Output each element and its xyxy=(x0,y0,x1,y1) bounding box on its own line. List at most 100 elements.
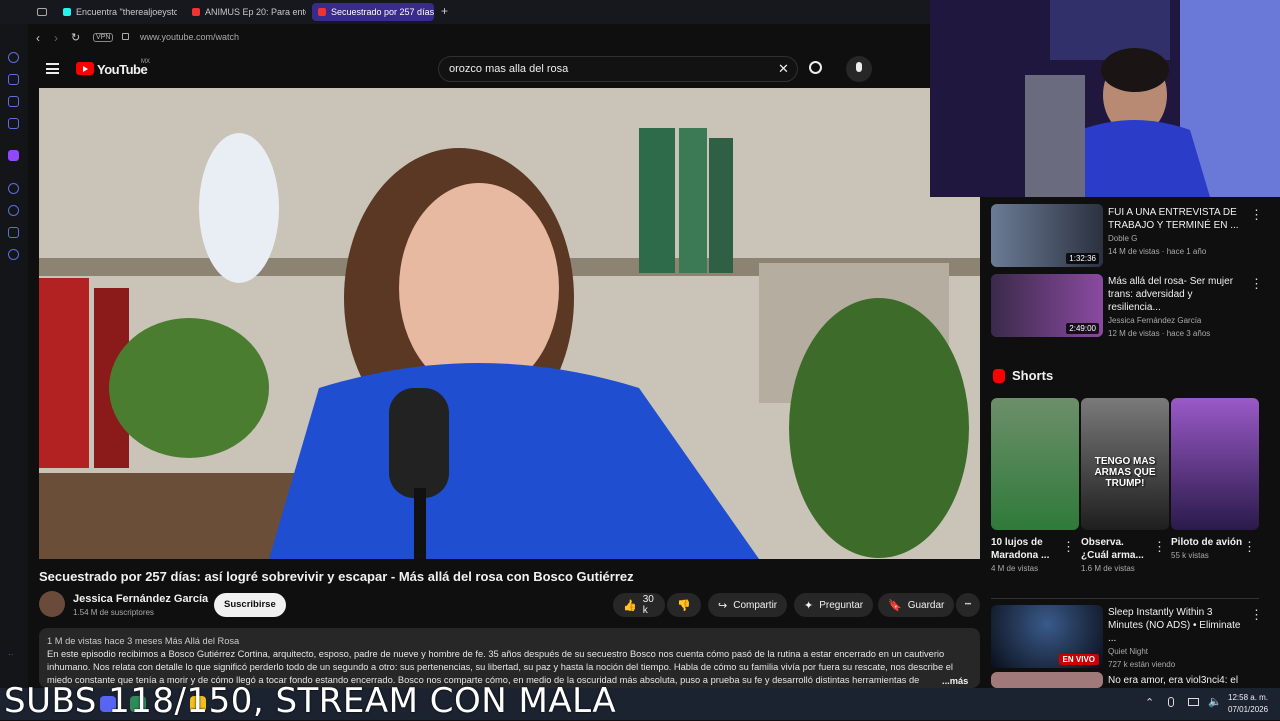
description-box[interactable]: 1 M de vistas hace 3 meses Más Allá del … xyxy=(39,628,980,688)
save-button[interactable]: 🔖 Guardar xyxy=(878,593,955,617)
related-item[interactable]: Sleep Instantly Within 3 Minutes (NO ADS… xyxy=(1108,606,1248,671)
related-title: No era amor, era viol3nci4: el xyxy=(1108,675,1239,686)
short-views: 1.6 M de vistas xyxy=(1081,564,1135,573)
tab-tiktok[interactable]: Encuentra "therealjoeystor xyxy=(57,3,177,21)
youtube-logo-icon[interactable] xyxy=(76,62,94,75)
related-item[interactable]: Más allá del rosa- Ser mujer trans: adve… xyxy=(1108,275,1248,340)
music-icon[interactable] xyxy=(8,118,19,129)
related-item[interactable]: FUI A UNA ENTREVISTA DE TRABAJO Y TERMIN… xyxy=(1108,206,1248,258)
url-field[interactable]: www.youtube.com/watch xyxy=(140,32,239,42)
related-stats: 12 M de vistas · hace 3 años xyxy=(1108,329,1211,338)
search-icon[interactable] xyxy=(809,61,822,74)
new-tab-button[interactable]: + xyxy=(441,4,448,18)
divider xyxy=(991,598,1259,599)
ask-button[interactable]: ✦ Preguntar xyxy=(794,593,874,617)
search-input[interactable]: orozco mas alla del rosa xyxy=(438,56,798,82)
video-player[interactable] xyxy=(39,88,980,559)
related-thumbnail[interactable]: 1:32:36 xyxy=(991,204,1103,267)
short-menu-icon[interactable] xyxy=(1062,539,1075,555)
related-title: Más allá del rosa- Ser mujer trans: adve… xyxy=(1108,276,1234,313)
chevron-up-icon[interactable]: ⌃ xyxy=(1145,696,1154,709)
webcam-overlay xyxy=(930,0,1280,197)
tab-menu-icon[interactable] xyxy=(37,8,47,16)
youtube-favicon-icon xyxy=(318,8,326,16)
related-menu-icon[interactable] xyxy=(1250,607,1263,623)
related-channel: Quiet Night xyxy=(1108,647,1149,656)
youtube-favicon-icon xyxy=(192,8,200,16)
like-button[interactable]: 👍 30 k xyxy=(613,593,665,617)
forward-icon[interactable]: › xyxy=(54,31,58,45)
short-thumbnail[interactable] xyxy=(991,398,1079,530)
youtube-logo-text[interactable]: YouTube xyxy=(97,62,148,77)
related-title: Sleep Instantly Within 3 Minutes (NO ADS… xyxy=(1108,607,1241,644)
short-menu-icon[interactable] xyxy=(1243,539,1256,555)
live-badge: EN VIVO xyxy=(1058,654,1099,665)
more-icon[interactable]: ·· xyxy=(8,650,19,661)
tab-secuestrado[interactable]: Secuestrado por 257 días: xyxy=(312,3,434,21)
subscriber-count: 1.54 M de suscriptores xyxy=(73,608,154,617)
wallet-icon[interactable] xyxy=(8,96,19,107)
related-menu-icon[interactable] xyxy=(1250,207,1263,223)
related-thumbnail[interactable]: 2:49:00 xyxy=(991,274,1103,337)
short-thumbnail[interactable]: TENGO MAS ARMAS QUE TRUMP! xyxy=(1081,398,1169,530)
more-icon: ••• xyxy=(964,602,972,608)
monitor-icon[interactable] xyxy=(1188,698,1199,706)
sparkle-icon: ✦ xyxy=(804,599,814,612)
related-stats: 727 k están viendo xyxy=(1108,660,1176,669)
dislike-button[interactable]: 👎 xyxy=(667,593,701,617)
short-views: 55 k vistas xyxy=(1171,551,1209,560)
related-menu-icon[interactable] xyxy=(1250,276,1263,292)
description-meta: 1 M de vistas hace 3 meses Más Allá del … xyxy=(47,636,240,646)
thumbs-up-icon: 👍 xyxy=(623,599,637,612)
video-title: Secuestrado por 257 días: así logré sobr… xyxy=(39,569,634,584)
player-icon[interactable] xyxy=(8,183,19,194)
related-channel: Jessica Fernández García xyxy=(1108,316,1202,325)
reload-icon[interactable]: ↻ xyxy=(71,31,80,44)
description-more-link[interactable]: ...más xyxy=(942,676,969,686)
back-icon[interactable]: ‹ xyxy=(36,31,40,45)
microphone-icon[interactable] xyxy=(1168,697,1174,707)
like-count: 30 k xyxy=(642,594,654,616)
share-icon: ↪ xyxy=(718,599,728,612)
hamburger-menu-icon[interactable] xyxy=(46,63,59,74)
channel-name[interactable]: Jessica Fernández García xyxy=(73,593,208,605)
related-item[interactable]: No era amor, era viol3nci4: el xyxy=(1108,674,1248,687)
related-thumbnail[interactable] xyxy=(991,672,1103,688)
shorts-logo-icon xyxy=(993,369,1005,383)
short-item[interactable]: 10 lujos de Maradona ... 4 M de vistas xyxy=(991,536,1063,575)
vpn-badge[interactable]: VPN xyxy=(93,33,114,42)
save-label: Guardar xyxy=(907,599,945,611)
ask-label: Preguntar xyxy=(819,599,864,611)
channel-avatar[interactable] xyxy=(39,591,65,617)
tab-label: Encuentra "therealjoeystor xyxy=(76,7,177,17)
related-stats: 14 M de vistas · hace 1 año xyxy=(1108,247,1207,256)
extensions-icon[interactable] xyxy=(8,227,19,238)
duration-badge: 2:49:00 xyxy=(1066,323,1099,334)
short-menu-icon[interactable] xyxy=(1153,539,1166,555)
duration-badge: 1:32:36 xyxy=(1066,253,1099,264)
related-title: FUI A UNA ENTREVISTA DE TRABAJO Y TERMIN… xyxy=(1108,207,1239,231)
tiktok-icon xyxy=(63,8,71,16)
clear-search-icon[interactable]: ✕ xyxy=(778,61,789,77)
history-icon[interactable] xyxy=(8,205,19,216)
short-thumbnail[interactable] xyxy=(1171,398,1259,530)
volume-icon[interactable]: 🔈 xyxy=(1208,695,1222,708)
share-button[interactable]: ↪ Compartir xyxy=(708,593,788,617)
more-actions-button[interactable]: ••• xyxy=(956,593,980,617)
related-thumbnail[interactable]: EN VIVO xyxy=(991,605,1103,668)
tab-label: Secuestrado por 257 días: xyxy=(331,7,434,17)
messenger-icon[interactable] xyxy=(8,52,19,63)
short-overlay-text: TENGO MAS ARMAS QUE TRUMP! xyxy=(1094,456,1156,489)
tab-animus[interactable]: ANIMUS Ep 20: Para enter xyxy=(186,3,306,21)
settings-icon[interactable] xyxy=(8,249,19,260)
address-bar: ‹ › ↻ VPN www.youtube.com/watch xyxy=(28,26,930,50)
twitch-icon[interactable] xyxy=(8,150,19,161)
tab-label: ANIMUS Ep 20: Para enter xyxy=(205,7,306,17)
subscribe-button[interactable]: Suscribirse xyxy=(214,593,286,617)
clock-date[interactable]: 07/01/2026 xyxy=(1228,705,1268,714)
shopping-icon[interactable] xyxy=(8,74,19,85)
clock-time[interactable]: 12:58 a. m. xyxy=(1228,693,1268,702)
short-item[interactable]: Observa. ¿Cuál arma... 1.6 M de vistas xyxy=(1081,536,1153,575)
voice-search-button[interactable] xyxy=(846,56,872,82)
short-item[interactable]: Piloto de avión 55 k vistas xyxy=(1171,536,1243,562)
